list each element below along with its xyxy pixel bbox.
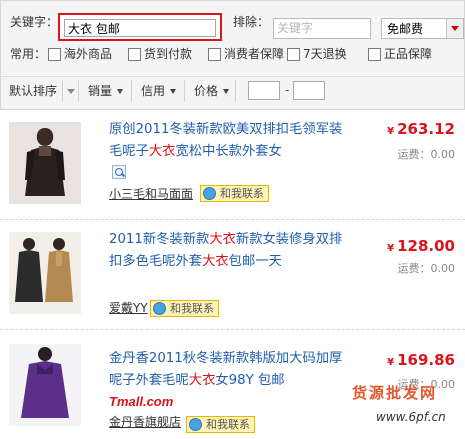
product-photo-icon xyxy=(9,344,81,426)
title-text: 包邮一天 xyxy=(228,254,282,269)
sort-price-button[interactable]: 价格 xyxy=(186,80,236,102)
checkbox-7day-return[interactable] xyxy=(287,48,300,61)
currency-symbol: ¥ xyxy=(387,357,395,368)
keyword-input[interactable] xyxy=(64,19,216,37)
currency-symbol: ¥ xyxy=(387,126,395,137)
currency-symbol: ¥ xyxy=(387,243,395,254)
arrow-down-icon xyxy=(117,89,124,94)
price: ¥169.86 xyxy=(387,351,455,369)
shop-link[interactable]: 爱戴YY xyxy=(109,300,148,316)
sort-default-button[interactable]: 默认排序 xyxy=(1,80,63,102)
shipping-select[interactable]: 免邮费 xyxy=(381,18,464,39)
price-max-input[interactable] xyxy=(293,81,325,100)
shipping-select-value: 免邮费 xyxy=(387,22,424,36)
contact-button[interactable]: 和我联系 xyxy=(200,185,269,202)
site-watermark-url: www.6pf.cn xyxy=(376,410,446,424)
product-image[interactable] xyxy=(9,122,81,204)
price-value: 128.00 xyxy=(397,237,455,255)
tmall-logo: Tmall.com xyxy=(109,394,174,409)
contact-button[interactable]: 和我联系 xyxy=(150,300,219,317)
checkbox-label-genuine: 正品保障 xyxy=(384,47,433,61)
product-photo-icon xyxy=(9,122,81,204)
shipping-fee: 运费：0.00 xyxy=(397,148,456,161)
checkbox-label-protection: 消费者保障 xyxy=(224,47,285,61)
price-range-dash: - xyxy=(285,83,290,97)
title-keyword: 大衣 xyxy=(202,254,229,269)
title-text: 女98Y 包邮 xyxy=(215,373,285,388)
wangwang-icon xyxy=(153,302,166,315)
arrow-down-icon xyxy=(223,89,230,94)
title-keyword: 大衣 xyxy=(209,232,236,247)
exclude-label: 排除： xyxy=(233,15,270,29)
arrow-down-icon xyxy=(170,89,177,94)
sort-credit-button[interactable]: 信用 xyxy=(133,80,185,102)
product-image[interactable] xyxy=(9,232,81,314)
title-text: 宽松中长款外套女 xyxy=(175,144,282,159)
product-photo-icon xyxy=(9,232,81,314)
checkbox-cod[interactable] xyxy=(128,48,141,61)
price-value: 263.12 xyxy=(397,120,455,138)
sort-row: 默认排序 销量 信用 价格 - xyxy=(1,76,464,103)
product-title[interactable]: 原创2011冬装新款欧美双排扣毛领军装毛呢子大衣宽松中长款外套女 xyxy=(109,119,349,163)
search-row: 关键字： 排除： 关键字 免邮费 xyxy=(1,9,464,41)
product-title[interactable]: 金丹香2011秋冬装新款韩版加大码加厚呢子外套毛呢大衣女98Y 包邮 xyxy=(109,348,349,392)
product-image[interactable] xyxy=(9,344,81,426)
title-text: 2011新冬装新款 xyxy=(109,232,210,247)
list-item: 原创2011冬装新款欧美双排扣毛领军装毛呢子大衣宽松中长款外套女 小三毛和马面面… xyxy=(0,110,465,220)
zoom-icon[interactable] xyxy=(112,165,126,179)
checkbox-label-cod: 货到付款 xyxy=(144,47,193,61)
price-value: 169.86 xyxy=(397,351,455,369)
wangwang-icon xyxy=(203,187,216,200)
price-min-input[interactable] xyxy=(248,81,280,100)
wangwang-icon xyxy=(189,418,202,431)
checkbox-protection[interactable] xyxy=(208,48,221,61)
contact-button[interactable]: 和我联系 xyxy=(186,416,255,433)
exclude-input[interactable]: 关键字 xyxy=(273,18,371,39)
checkbox-label-7day-return: 7天退换 xyxy=(303,47,347,61)
shipping-fee: 运费：0.00 xyxy=(397,262,456,275)
contact-label: 和我联系 xyxy=(206,418,250,431)
sort-sales-label: 销量 xyxy=(88,84,113,98)
product-title[interactable]: 2011新冬装新款大衣新款女装修身双排扣多色毛呢外套大衣包邮一天 xyxy=(109,229,349,273)
chevron-down-icon[interactable] xyxy=(446,19,463,38)
price: ¥128.00 xyxy=(387,237,455,255)
price: ¥263.12 xyxy=(387,120,455,138)
contact-label: 和我联系 xyxy=(170,302,214,315)
checkbox-label-overseas: 海外商品 xyxy=(64,47,113,61)
shop-link[interactable]: 金丹香旗舰店 xyxy=(109,414,181,430)
sort-price-label: 价格 xyxy=(194,84,219,98)
title-keyword: 大衣 xyxy=(148,144,176,159)
keyword-highlight-box xyxy=(58,13,222,41)
keyword-label: 关键字： xyxy=(10,15,59,29)
checkbox-genuine[interactable] xyxy=(368,48,381,61)
sort-default-caret-icon[interactable] xyxy=(64,80,79,102)
sort-credit-label: 信用 xyxy=(141,84,166,98)
common-label: 常用： xyxy=(10,47,47,61)
title-keyword: 大衣 xyxy=(188,373,216,388)
shop-link[interactable]: 小三毛和马面面 xyxy=(109,186,193,202)
contact-label: 和我联系 xyxy=(220,187,264,200)
list-item: 2011新冬装新款大衣新款女装修身双排扣多色毛呢外套大衣包邮一天 爱戴YY 和我… xyxy=(0,220,465,330)
filter-panel: 关键字： 排除： 关键字 免邮费 常用： 海外商品 货到付款 消费者保障 7天退… xyxy=(0,0,465,110)
checkbox-overseas[interactable] xyxy=(48,48,61,61)
site-watermark: 货源批发网 xyxy=(352,384,438,402)
sort-sales-button[interactable]: 销量 xyxy=(80,80,132,102)
common-filters-row: 常用： 海外商品 货到付款 消费者保障 7天退换 正品保障 xyxy=(1,44,464,68)
